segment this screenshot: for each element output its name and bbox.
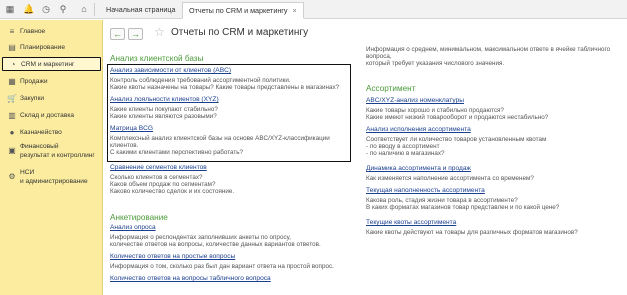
sidebar-item-financial-result[interactable]: ▣ Финансовый результат и контроллинг bbox=[2, 140, 101, 162]
tab-home-page[interactable]: Начальная страница bbox=[100, 2, 182, 19]
sidebar-item-label: НСИ bbox=[20, 169, 35, 176]
link-table-answers[interactable]: Количество ответов на вопросы табличного… bbox=[110, 275, 271, 282]
treasury-icon: ● bbox=[9, 128, 15, 137]
back-button[interactable]: ← bbox=[110, 28, 125, 40]
warehouse-icon: ▥ bbox=[8, 111, 16, 120]
sidebar-item-label: и администрирование bbox=[20, 178, 88, 185]
description: Информация о том, сколько раз был дан ва… bbox=[110, 263, 334, 270]
sidebar-item-label: результат и контроллинг bbox=[20, 152, 95, 159]
main-content: ← → ☆ Отчеты по CRM и маркетингу Анализ … bbox=[104, 20, 627, 295]
sidebar-item-label: Склад и доставка bbox=[20, 112, 75, 119]
tab-label: Отчеты по CRM и маркетингу bbox=[189, 6, 288, 15]
link-segment-comparison[interactable]: Сравнение сегментов клиентов bbox=[110, 164, 207, 171]
sidebar-item-label: Продажи bbox=[20, 78, 48, 85]
sidebar-item-main[interactable]: ≡ Главное bbox=[2, 25, 101, 39]
chart-pie-icon: ◔ bbox=[10, 60, 16, 69]
star-icon[interactable]: ☆ bbox=[154, 25, 165, 39]
grid-icon[interactable]: ▦ bbox=[4, 3, 16, 15]
description: - по наличию в магазинах? bbox=[366, 150, 445, 157]
sidebar-item-label: Казначейство bbox=[20, 129, 62, 136]
sidebar-item-label: Закупки bbox=[20, 95, 45, 102]
home-icon[interactable]: ⌂ bbox=[78, 3, 90, 15]
link-survey-analysis[interactable]: Анализ опроса bbox=[110, 224, 156, 231]
description: количестве ответов на вопросы, количеств… bbox=[110, 241, 321, 248]
menu-icon: ≡ bbox=[9, 27, 15, 36]
description: который требует указания числового значе… bbox=[366, 60, 505, 67]
cart-icon: 🛒 bbox=[7, 94, 17, 103]
sidebar-item-crm-marketing[interactable]: ◔ CRM и маркетинг bbox=[2, 57, 101, 71]
tab-crm-reports[interactable]: Отчеты по CRM и маркетингу × bbox=[182, 2, 304, 19]
page-title: Отчеты по CRM и маркетингу bbox=[171, 27, 309, 38]
link-bcg-matrix[interactable]: Матрица BCG bbox=[110, 125, 153, 132]
sidebar-item-planning[interactable]: ▤ Планирование bbox=[2, 41, 101, 55]
section-assortment: Ассортимент bbox=[366, 84, 416, 93]
link-simple-answers[interactable]: Количество ответов на простые вопросы bbox=[110, 253, 235, 260]
planning-icon: ▤ bbox=[8, 43, 16, 52]
search-icon[interactable]: ⚲ bbox=[57, 3, 69, 15]
link-abc-analysis[interactable]: Анализ зависимости от клиентов (ABC) bbox=[110, 67, 231, 74]
sidebar: ≡ Главное ▤ Планирование ◔ CRM и маркети… bbox=[0, 20, 103, 295]
description: Как изменяется наполнение ассортимента с… bbox=[366, 175, 534, 182]
tab-label: Начальная страница bbox=[106, 5, 176, 14]
close-icon[interactable]: × bbox=[293, 6, 297, 15]
sidebar-item-label: Планирование bbox=[20, 44, 66, 51]
finance-icon: ▣ bbox=[8, 146, 16, 155]
forward-button[interactable]: → bbox=[128, 28, 143, 40]
description: Какие квоты действуют на товары для разл… bbox=[366, 229, 578, 236]
top-toolbar: ▦ 🔔 ◷ ⚲ ⌂ Начальная страница Отчеты по C… bbox=[0, 0, 627, 19]
gear-icon: ⚙ bbox=[8, 172, 16, 181]
description: Какие квоты назначены на товары? Какие т… bbox=[110, 84, 340, 91]
description: Информация о среднем, минимальном, макси… bbox=[366, 46, 611, 53]
description: Какие имеют низкий товарооборот и продаю… bbox=[366, 114, 549, 121]
description: С какими клиентами перспективно работать… bbox=[110, 149, 244, 156]
sales-icon: ▦ bbox=[8, 77, 16, 86]
link-current-quotas[interactable]: Текущие квоты ассортимента bbox=[366, 219, 456, 226]
section-customer-base: Анализ клиентской базы bbox=[110, 54, 204, 63]
sidebar-item-warehouse[interactable]: ▥ Склад и доставка bbox=[2, 109, 101, 123]
link-assortment-dynamics[interactable]: Динамика ассортимента и продаж bbox=[366, 165, 471, 172]
history-icon[interactable]: ◷ bbox=[40, 3, 52, 15]
description: Комплексный анализ клиентской базы на ос… bbox=[110, 135, 330, 142]
section-surveys: Анкетирование bbox=[110, 213, 168, 222]
link-current-fill[interactable]: Текущая наполненность ассортимента bbox=[366, 187, 485, 194]
sidebar-item-treasury[interactable]: ● Казначейство bbox=[2, 126, 101, 140]
link-abcxyz-nomenclature[interactable]: ABC/XYZ-анализ номенклатуры bbox=[366, 97, 464, 104]
sidebar-item-sales[interactable]: ▦ Продажи bbox=[2, 75, 101, 89]
sidebar-item-nsi-admin[interactable]: ⚙ НСИ и администрирование bbox=[2, 166, 101, 188]
bell-icon[interactable]: 🔔 bbox=[23, 3, 35, 15]
sidebar-item-label: Финансовый bbox=[20, 143, 59, 150]
description: В каких форматах магазинов товар предста… bbox=[366, 204, 560, 211]
sidebar-item-label: CRM и маркетинг bbox=[21, 61, 75, 68]
link-assortment-execution[interactable]: Анализ исполнения ассортимента bbox=[366, 126, 471, 133]
description: Каково количество сделок и их состояние. bbox=[110, 188, 235, 195]
sidebar-item-purchases[interactable]: 🛒 Закупки bbox=[2, 92, 101, 106]
link-xyz-analysis[interactable]: Анализ лояльности клиентов (XYZ) bbox=[110, 96, 219, 103]
sidebar-item-label: Главное bbox=[20, 28, 46, 35]
description: Какие клиенты являются разовыми? bbox=[110, 113, 217, 120]
toolbar-divider bbox=[94, 3, 95, 16]
